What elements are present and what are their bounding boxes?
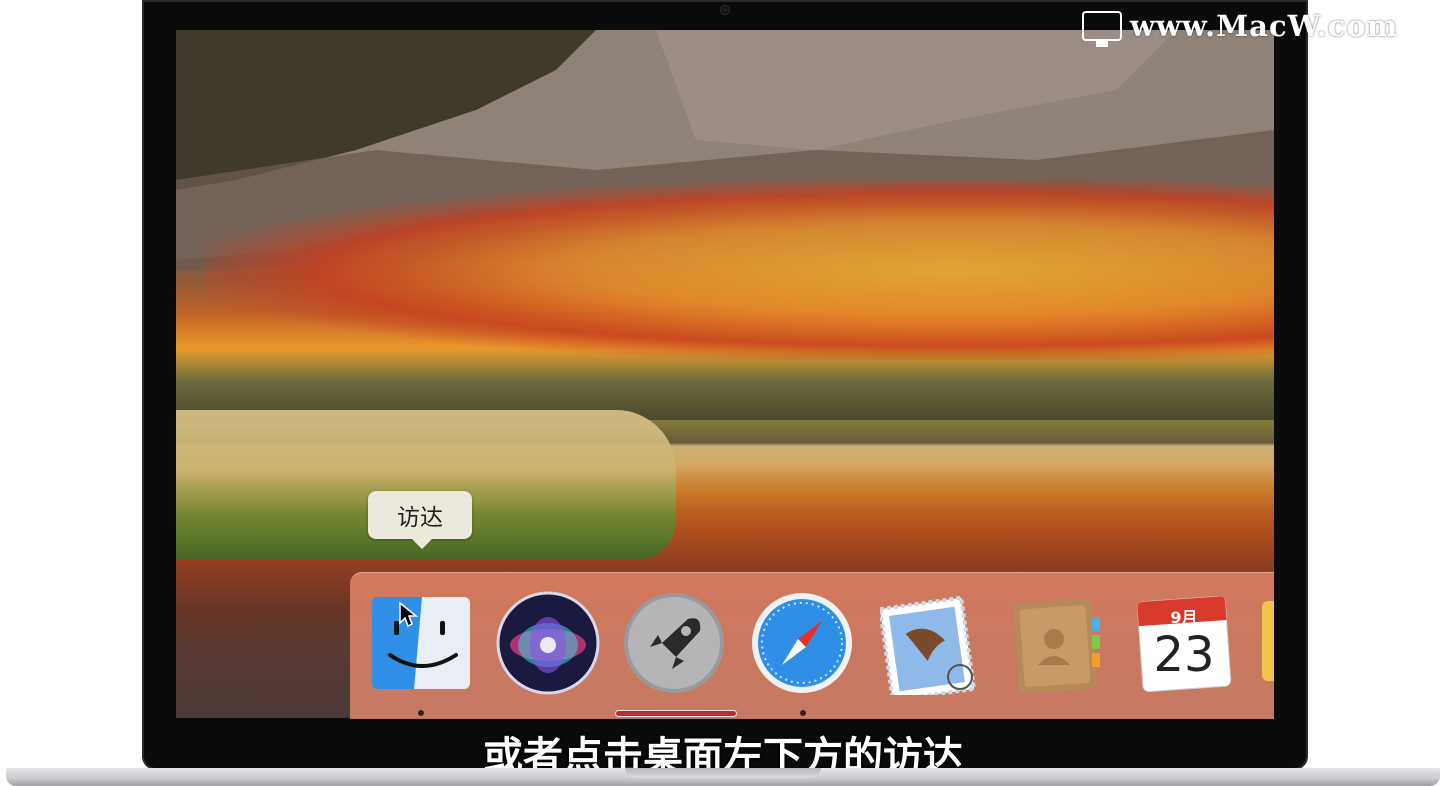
dock-item-finder[interactable] (370, 591, 474, 695)
dock-progress-indicator (616, 711, 736, 716)
camera-icon (721, 6, 729, 14)
dock-item-siri[interactable] (496, 591, 600, 695)
safari-running-indicator (800, 710, 806, 716)
siri-icon (496, 591, 600, 695)
dock-item-safari[interactable] (750, 591, 854, 695)
finder-running-indicator (418, 710, 424, 716)
stamp-eagle-icon (877, 595, 977, 703)
monitor-icon (1082, 11, 1122, 47)
watermark-text: www.MacW.com (1130, 9, 1399, 43)
watermark: www.MacW.com (1082, 8, 1399, 47)
calendar-month: 9月 (1170, 608, 1198, 627)
calendar-day: 23 (1153, 627, 1215, 683)
dock-tooltip: 访达 (368, 491, 472, 549)
contacts-book-icon (1013, 598, 1100, 694)
autumn-foliage (206, 180, 1274, 360)
dock-item-partial[interactable] (1262, 591, 1274, 695)
dock-item-contacts[interactable] (1006, 591, 1110, 695)
app-icon (1262, 601, 1274, 681)
dock-item-launchpad[interactable] (622, 591, 726, 695)
rocket-icon (624, 593, 724, 693)
laptop-base-notch (625, 768, 821, 778)
dock: 9月 23 (350, 572, 1274, 719)
dock-item-mail[interactable] (877, 591, 984, 703)
dock-item-calendar[interactable]: 9月 23 (1132, 591, 1236, 695)
compass-icon (752, 593, 852, 693)
finder-icon (372, 597, 470, 689)
mouse-pointer-icon (399, 601, 418, 628)
tooltip-label: 访达 (397, 505, 443, 531)
